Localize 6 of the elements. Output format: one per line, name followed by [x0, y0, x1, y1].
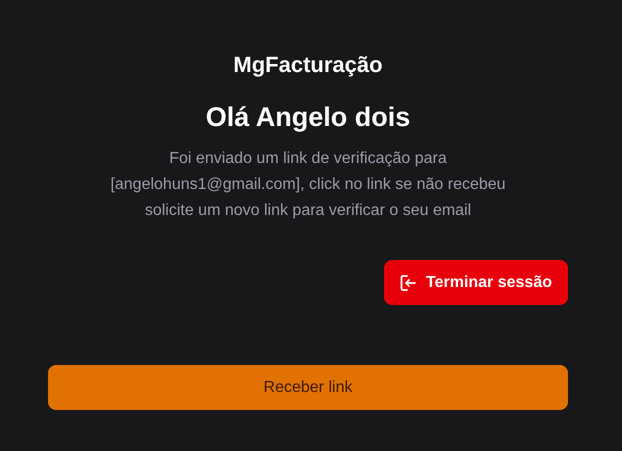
app-title: MgFacturação [233, 51, 383, 79]
logout-button[interactable]: Terminar sessão [384, 260, 568, 305]
logout-icon [398, 272, 418, 292]
greeting-heading: Olá Angelo dois [206, 101, 410, 134]
verification-message: Foi enviado um link de verificação para [angelohuns1@gmail.com], click no link se não recebeu solicite um novo link para verificar o seu email [109, 149, 507, 221]
receive-link-button[interactable]: Receber link [48, 365, 568, 410]
